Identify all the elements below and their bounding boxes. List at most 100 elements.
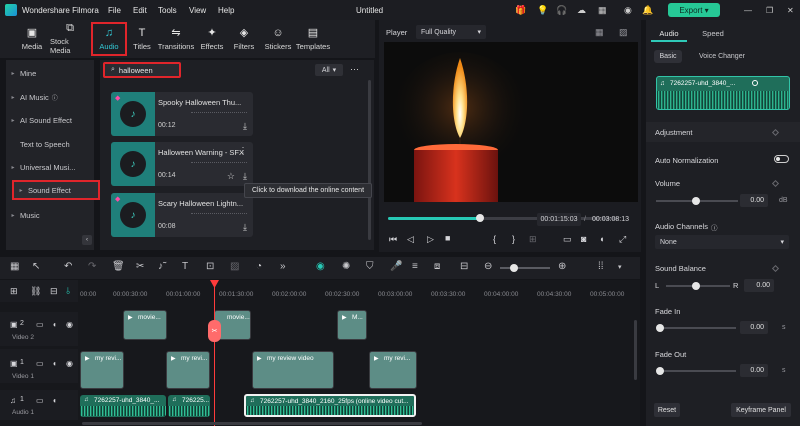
headset-icon[interactable]: 🎧 — [556, 5, 567, 16]
zoom-slider-knob[interactable] — [510, 264, 518, 272]
download-icon[interactable]: ⤓ — [243, 222, 247, 233]
more-vertical-icon[interactable]: ⋮ — [239, 146, 247, 155]
sidebar-item-music[interactable]: ▸ Music — [6, 205, 94, 225]
tab-effects[interactable]: ✦ Effects — [194, 22, 230, 56]
list-item[interactable]: ♪ ◆ Scary Halloween Lightn... 00:08 ⤓ — [111, 193, 253, 237]
account-icon[interactable]: ◉ — [624, 5, 632, 16]
fullscreen-icon[interactable]: ⤢ — [619, 234, 626, 245]
audio-track-icon[interactable]: ◖ — [52, 396, 57, 405]
subtab-voice-changer[interactable]: Voice Changer — [699, 53, 745, 60]
cloud-icon[interactable]: ☁ — [577, 5, 586, 16]
snap-icon[interactable]: ⊟ — [460, 262, 468, 272]
video-clip[interactable]: ▶ movie... — [123, 310, 167, 340]
export-button[interactable]: Export ▾ — [668, 3, 720, 17]
auto-normalization-toggle[interactable] — [774, 155, 789, 163]
marker-icon[interactable]: ⊟ — [50, 286, 58, 297]
menu-view[interactable]: View — [189, 6, 206, 15]
tab-speed[interactable]: Speed — [698, 26, 728, 42]
scissors-icon[interactable]: ✂ — [208, 320, 221, 342]
video-clip[interactable]: ▶ my revi... — [80, 351, 124, 389]
tab-audio[interactable]: ♫ Audio — [91, 22, 127, 56]
snapshot-icon[interactable]: ▦ — [595, 27, 604, 38]
folder-icon[interactable]: ▭ — [36, 320, 44, 329]
bell-icon[interactable]: 🔔 — [642, 5, 653, 16]
fade-in-slider[interactable] — [658, 327, 736, 329]
subtab-basic[interactable]: Basic — [654, 50, 682, 63]
more-icon[interactable]: ⋯ — [350, 64, 359, 75]
zoom-slider[interactable] — [500, 264, 550, 272]
chevron-down-icon[interactable]: ▾ — [618, 264, 622, 271]
display-icon[interactable]: ▭ — [563, 234, 572, 245]
tab-stickers[interactable]: ☺ Stickers — [260, 22, 296, 56]
balance-value[interactable]: 0.00 — [744, 279, 774, 292]
grid-icon[interactable]: ▦ — [598, 5, 607, 16]
volume-slider-knob[interactable] — [692, 197, 700, 205]
tab-transitions[interactable]: ⇋ Transitions — [158, 22, 194, 56]
tab-media[interactable]: ▣ Media — [14, 22, 50, 56]
play-icon[interactable]: ▷ — [427, 234, 434, 245]
video-clip[interactable]: ▶ my revi... — [369, 351, 417, 389]
minimize-icon[interactable]: — — [744, 6, 752, 15]
time-ruler[interactable]: 00:00 00:00:30:00 00:01:00:00 00:01:30:00 00… — [80, 280, 640, 302]
mark-out-icon[interactable]: } — [512, 234, 515, 244]
volume-value[interactable]: 0.00 — [740, 194, 768, 207]
crop-icon[interactable]: ⊡ — [206, 262, 214, 272]
audio-channels-select[interactable]: None ▾ — [655, 235, 789, 249]
keyframe-diamond-icon[interactable] — [771, 264, 780, 273]
video-clip[interactable]: ▶ my review video — [252, 351, 334, 389]
render-icon[interactable]: ◉ — [316, 262, 325, 272]
audio-clip-selected[interactable]: ♫ 7262257-uhd_3840_2160_25fps (online vid… — [244, 394, 416, 417]
fade-in-slider-knob[interactable] — [656, 324, 664, 332]
select-pointer-icon[interactable]: ↖ — [32, 262, 40, 272]
horizontal-scrollbar[interactable] — [82, 422, 422, 425]
menu-help[interactable]: Help — [218, 6, 234, 15]
reset-button[interactable]: Reset — [654, 403, 680, 417]
list-item[interactable]: ♪ ◆ Spooky Halloween Thu... 00:12 ⤓ — [111, 92, 253, 136]
sidebar-item-ai-sound-effect[interactable]: ▸ AI Sound Effect — [6, 110, 94, 130]
sidebar-item-text-to-speech[interactable]: Text to Speech — [6, 134, 94, 154]
download-icon[interactable]: ⤓ — [243, 171, 247, 182]
fade-in-value[interactable]: 0.00 — [740, 321, 768, 334]
text-icon[interactable]: T — [182, 262, 188, 272]
quality-select[interactable]: Full Quality ▾ — [416, 25, 486, 39]
keyframe-panel-button[interactable]: Keyframe Panel — [731, 403, 791, 417]
download-icon[interactable]: ⤓ — [243, 121, 247, 132]
prev-frame-icon[interactable]: ⏮ — [389, 234, 397, 245]
more-tools-icon[interactable]: » — [280, 262, 286, 272]
close-icon[interactable]: ✕ — [787, 6, 794, 15]
video-clip[interactable]: ▶ my revi... — [166, 351, 210, 389]
playhead-line[interactable] — [214, 280, 215, 426]
audio-clip[interactable]: ♫ 7262257-uhd_3840_... — [80, 395, 166, 417]
image-icon[interactable]: ▨ — [619, 27, 628, 38]
fade-out-value[interactable]: 0.00 — [740, 364, 768, 377]
magnet-icon[interactable]: ⫰ — [66, 286, 70, 297]
camera-icon[interactable]: ◙ — [581, 234, 586, 244]
tab-templates[interactable]: ▤ Templates — [294, 22, 332, 56]
fade-out-slider-knob[interactable] — [656, 367, 664, 375]
audio-track-icon[interactable]: ◖ — [52, 359, 57, 368]
audio-clip[interactable]: ♫ 726225... — [168, 395, 210, 417]
link-icon[interactable]: ⛓ — [30, 286, 41, 297]
balance-slider-knob[interactable] — [692, 282, 700, 290]
layout-icon[interactable]: ▦ — [10, 262, 19, 272]
grid-view-icon[interactable]: ⁞⁞ — [598, 262, 604, 272]
list-icon[interactable]: ≡ — [412, 262, 418, 272]
folder-icon[interactable]: ▭ — [36, 396, 44, 405]
keyframe-diamond-icon[interactable] — [771, 179, 780, 188]
playhead-knob[interactable] — [476, 214, 484, 222]
tab-titles[interactable]: T Titles — [124, 22, 160, 56]
sidebar-item-mine[interactable]: ▸ Mine — [6, 63, 94, 83]
star-icon[interactable]: ☆ — [227, 171, 235, 182]
fade-out-slider[interactable] — [658, 370, 736, 372]
tab-audio-props[interactable]: Audio — [651, 26, 687, 42]
rewind-icon[interactable]: ◁ — [407, 234, 414, 245]
zoom-out-icon[interactable]: ⊖ — [484, 262, 492, 272]
sidebar-item-ai-music[interactable]: ▸ AI Music ⓘ — [6, 87, 94, 107]
gift-icon[interactable]: 🎁 — [515, 5, 526, 16]
shield-icon[interactable]: ⛉ — [366, 262, 374, 272]
speed-icon[interactable]: ◔ — [256, 262, 262, 272]
mark-in-icon[interactable]: { — [493, 234, 496, 244]
picture-in-picture-icon[interactable]: ⧈ — [434, 262, 440, 272]
bulb-icon[interactable]: 💡 — [537, 5, 548, 16]
list-item[interactable]: ♪ Halloween Warning - SFX ⋮ 00:14 ☆ ⤓ — [111, 142, 253, 186]
